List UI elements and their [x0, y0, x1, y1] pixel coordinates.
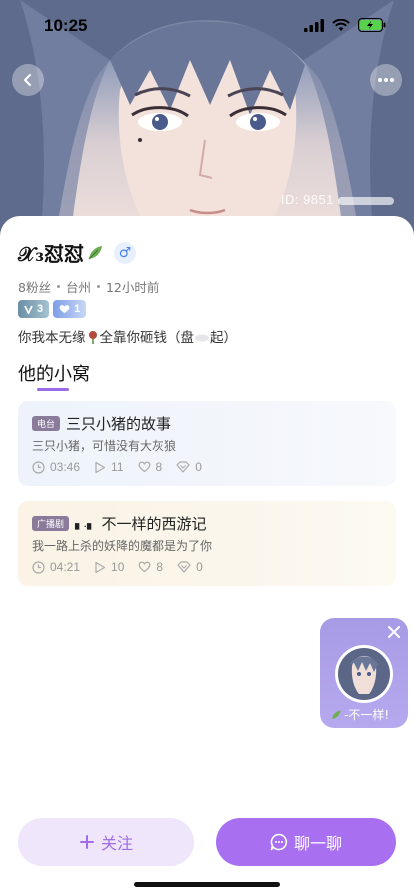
signal-icon — [304, 18, 324, 32]
signature-part-1: 你我本无缘 — [18, 330, 86, 346]
heart-level-badge[interactable]: 1 — [53, 300, 87, 318]
status-icons — [304, 18, 386, 32]
card-tag: 广播剧 — [32, 516, 70, 531]
likes-value: 8 — [156, 560, 164, 574]
location-text: 台州 — [65, 280, 91, 295]
status-time: 10:25 — [44, 16, 88, 35]
work-card[interactable]: 电台 三只小猪的故事 三只小猪，可惜没有大灰狼 03:46 11 8 0 — [18, 401, 396, 486]
meta-separator — [56, 285, 60, 288]
rose-icon — [88, 331, 97, 344]
gift-icon — [177, 561, 191, 573]
hero-banner: 10:25 ID: 9851 — [0, 0, 414, 240]
card-subtitle: 三只小猪，可惜没有大灰狼 — [32, 439, 177, 453]
duration-stat: 03:46 — [32, 460, 80, 474]
plays-value: 11 — [111, 460, 124, 474]
gift-icon — [176, 461, 190, 473]
signature-part-3: 起） — [210, 330, 237, 346]
follow-label: 关注 — [100, 834, 133, 853]
plays-stat: 10 — [94, 560, 124, 574]
likes-stat: 8 — [138, 560, 163, 574]
follow-button[interactable]: 关注 — [18, 818, 194, 866]
profile-meta: 8粉丝 台州 12小时前 — [18, 277, 159, 296]
close-icon[interactable] — [386, 624, 402, 640]
vip-level-badge[interactable]: 3 — [18, 300, 50, 318]
card-head: 广播剧 ▖.▖ 不一样的西游记 — [32, 513, 206, 534]
profile-sheet: 𝒳₃怼怼 ♂ 8粉丝 台州 12小时前 3 1 你我本无缘 全靠你砸钱（盘 起） 他… — [0, 216, 414, 896]
plays-value: 10 — [111, 560, 125, 574]
heart-badge-icon — [59, 305, 70, 313]
back-icon — [23, 73, 32, 87]
avatar-illustration — [338, 648, 390, 700]
likes-value: 8 — [155, 460, 163, 474]
wifi-icon — [332, 18, 350, 31]
level-badges: 3 1 — [18, 300, 87, 318]
id-mask — [338, 196, 394, 205]
chat-button[interactable]: 聊一聊 — [216, 818, 396, 866]
cloud-icon — [195, 334, 209, 342]
plays-stat: 11 — [94, 460, 124, 474]
vip-level-value: 3 — [37, 303, 44, 315]
v-icon — [24, 305, 33, 314]
name-group: 𝒳₃怼怼 — [18, 238, 104, 267]
leaf-icon — [332, 709, 341, 719]
card-title: 三只小猪的故事 — [66, 415, 172, 433]
user-id-label: ID: 9851 — [281, 192, 394, 207]
profile-name-row: 𝒳₃怼怼 ♂ — [18, 238, 136, 267]
home-indicator — [134, 882, 280, 887]
duration-stat: 04:21 — [32, 560, 80, 574]
gifts-value: 0 — [196, 560, 203, 574]
card-title-prefix: ▖.▖ — [75, 517, 96, 530]
last-active-text: 12小时前 — [105, 280, 160, 295]
more-icon — [378, 78, 394, 82]
chat-label: 聊一聊 — [293, 834, 342, 853]
card-head: 电台 三只小猪的故事 — [32, 413, 171, 434]
meta-separator — [96, 285, 100, 288]
card-title: 不一样的西游记 — [101, 515, 207, 533]
section-title: 他的小窝 — [18, 364, 90, 385]
user-id-text: ID: 9851 — [280, 192, 334, 207]
heart-level-value: 1 — [74, 303, 81, 315]
battery-icon — [358, 18, 386, 32]
card-stats: 03:46 11 8 0 — [32, 460, 202, 474]
gender-badge: ♂ — [113, 241, 136, 264]
gifts-stat: 0 — [177, 560, 203, 574]
play-icon — [95, 561, 106, 573]
status-bar: 10:25 — [0, 0, 414, 54]
card-tag: 电台 — [32, 416, 61, 431]
heart-icon — [138, 561, 151, 573]
clock-icon — [32, 460, 45, 474]
leaf-icon — [88, 245, 102, 259]
fans-count[interactable]: 8粉丝 — [18, 277, 51, 296]
back-button[interactable] — [12, 64, 44, 96]
card-stats: 04:21 10 8 0 — [32, 560, 203, 574]
gifts-value: 0 — [195, 460, 202, 474]
work-card[interactable]: 广播剧 ▖.▖ 不一样的西游记 我一路上杀的妖降的魔都是为了你 04:21 10… — [18, 501, 396, 586]
player-title: -不一样! — [344, 708, 390, 722]
floating-player[interactable]: -不一样! — [320, 618, 408, 728]
play-icon — [95, 461, 106, 473]
card-subtitle: 我一路上杀的妖降的魔都是为了你 — [32, 539, 213, 553]
likes-stat: 8 — [138, 460, 163, 474]
player-avatar[interactable] — [335, 645, 393, 703]
profile-name: 𝒳₃怼怼 — [18, 242, 84, 266]
heart-icon — [138, 461, 150, 473]
gifts-stat: 0 — [176, 460, 202, 474]
clock-icon — [32, 560, 45, 574]
section-underline — [37, 388, 69, 391]
profile-signature: 你我本无缘 全靠你砸钱（盘 起） — [18, 326, 237, 346]
signature-part-2: 全靠你砸钱（盘 — [99, 330, 195, 346]
duration-value: 04:21 — [50, 560, 81, 574]
player-label: -不一样! — [330, 706, 389, 723]
more-button[interactable] — [370, 64, 402, 96]
plus-icon — [79, 835, 94, 849]
duration-value: 03:46 — [50, 460, 81, 474]
chat-icon — [270, 833, 288, 851]
